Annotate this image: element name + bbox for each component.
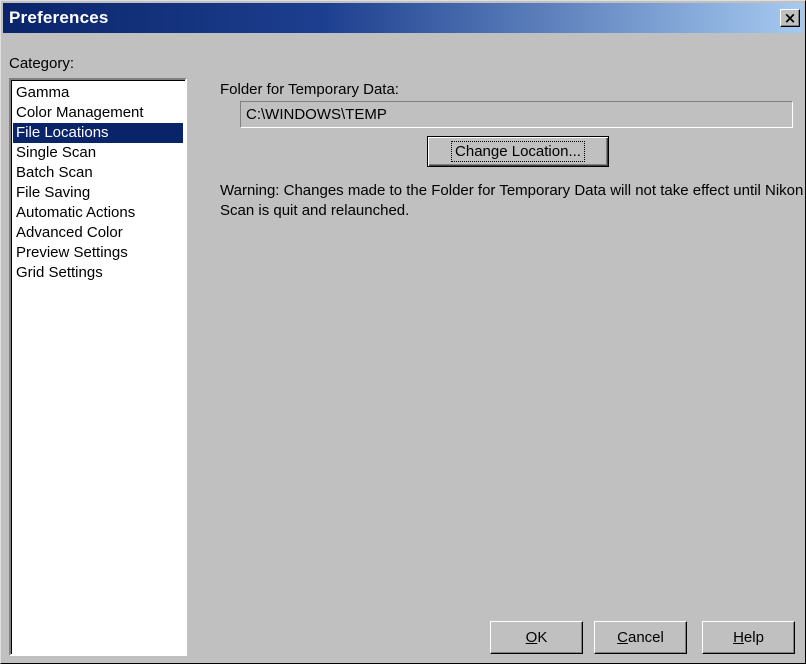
ok-button[interactable]: OK: [490, 621, 583, 654]
category-item-batch-scan[interactable]: Batch Scan: [13, 163, 183, 183]
category-item-gamma[interactable]: Gamma: [13, 83, 183, 103]
preferences-dialog: Preferences × Category: Gamma Color Mana…: [0, 0, 806, 664]
ok-label: K: [537, 629, 548, 646]
change-location-label: Change Location...: [451, 141, 585, 162]
cancel-label: ancel: [627, 629, 664, 646]
help-button[interactable]: Help: [702, 621, 795, 654]
window-title: Preferences: [9, 8, 109, 27]
change-location-button[interactable]: Change Location...: [427, 136, 609, 167]
cancel-accelerator: C: [617, 629, 628, 646]
category-item-single-scan[interactable]: Single Scan: [13, 143, 183, 163]
cancel-button[interactable]: Cancel: [594, 621, 687, 654]
close-icon: ×: [783, 9, 797, 27]
category-item-file-locations[interactable]: File Locations: [13, 123, 183, 143]
title-bar[interactable]: Preferences ×: [3, 3, 803, 33]
category-list[interactable]: Gamma Color Management File Locations Si…: [9, 78, 187, 656]
category-item-file-saving[interactable]: File Saving: [13, 183, 183, 203]
warning-text: Warning: Changes made to the Folder for …: [220, 182, 804, 219]
help-accelerator: H: [733, 629, 744, 646]
category-item-preview-settings[interactable]: Preview Settings: [13, 243, 183, 263]
temp-folder-label: Folder for Temporary Data:: [220, 81, 399, 98]
category-item-grid-settings[interactable]: Grid Settings: [13, 263, 183, 283]
ok-accelerator: O: [525, 629, 538, 646]
temp-folder-path-field: C:\WINDOWS\TEMP: [240, 101, 793, 128]
category-item-automatic-actions[interactable]: Automatic Actions: [13, 203, 183, 223]
help-label: elp: [743, 629, 764, 646]
category-item-color-management[interactable]: Color Management: [13, 103, 183, 123]
category-item-advanced-color[interactable]: Advanced Color: [13, 223, 183, 243]
close-button[interactable]: ×: [780, 9, 800, 27]
category-label: Category:: [9, 55, 75, 72]
